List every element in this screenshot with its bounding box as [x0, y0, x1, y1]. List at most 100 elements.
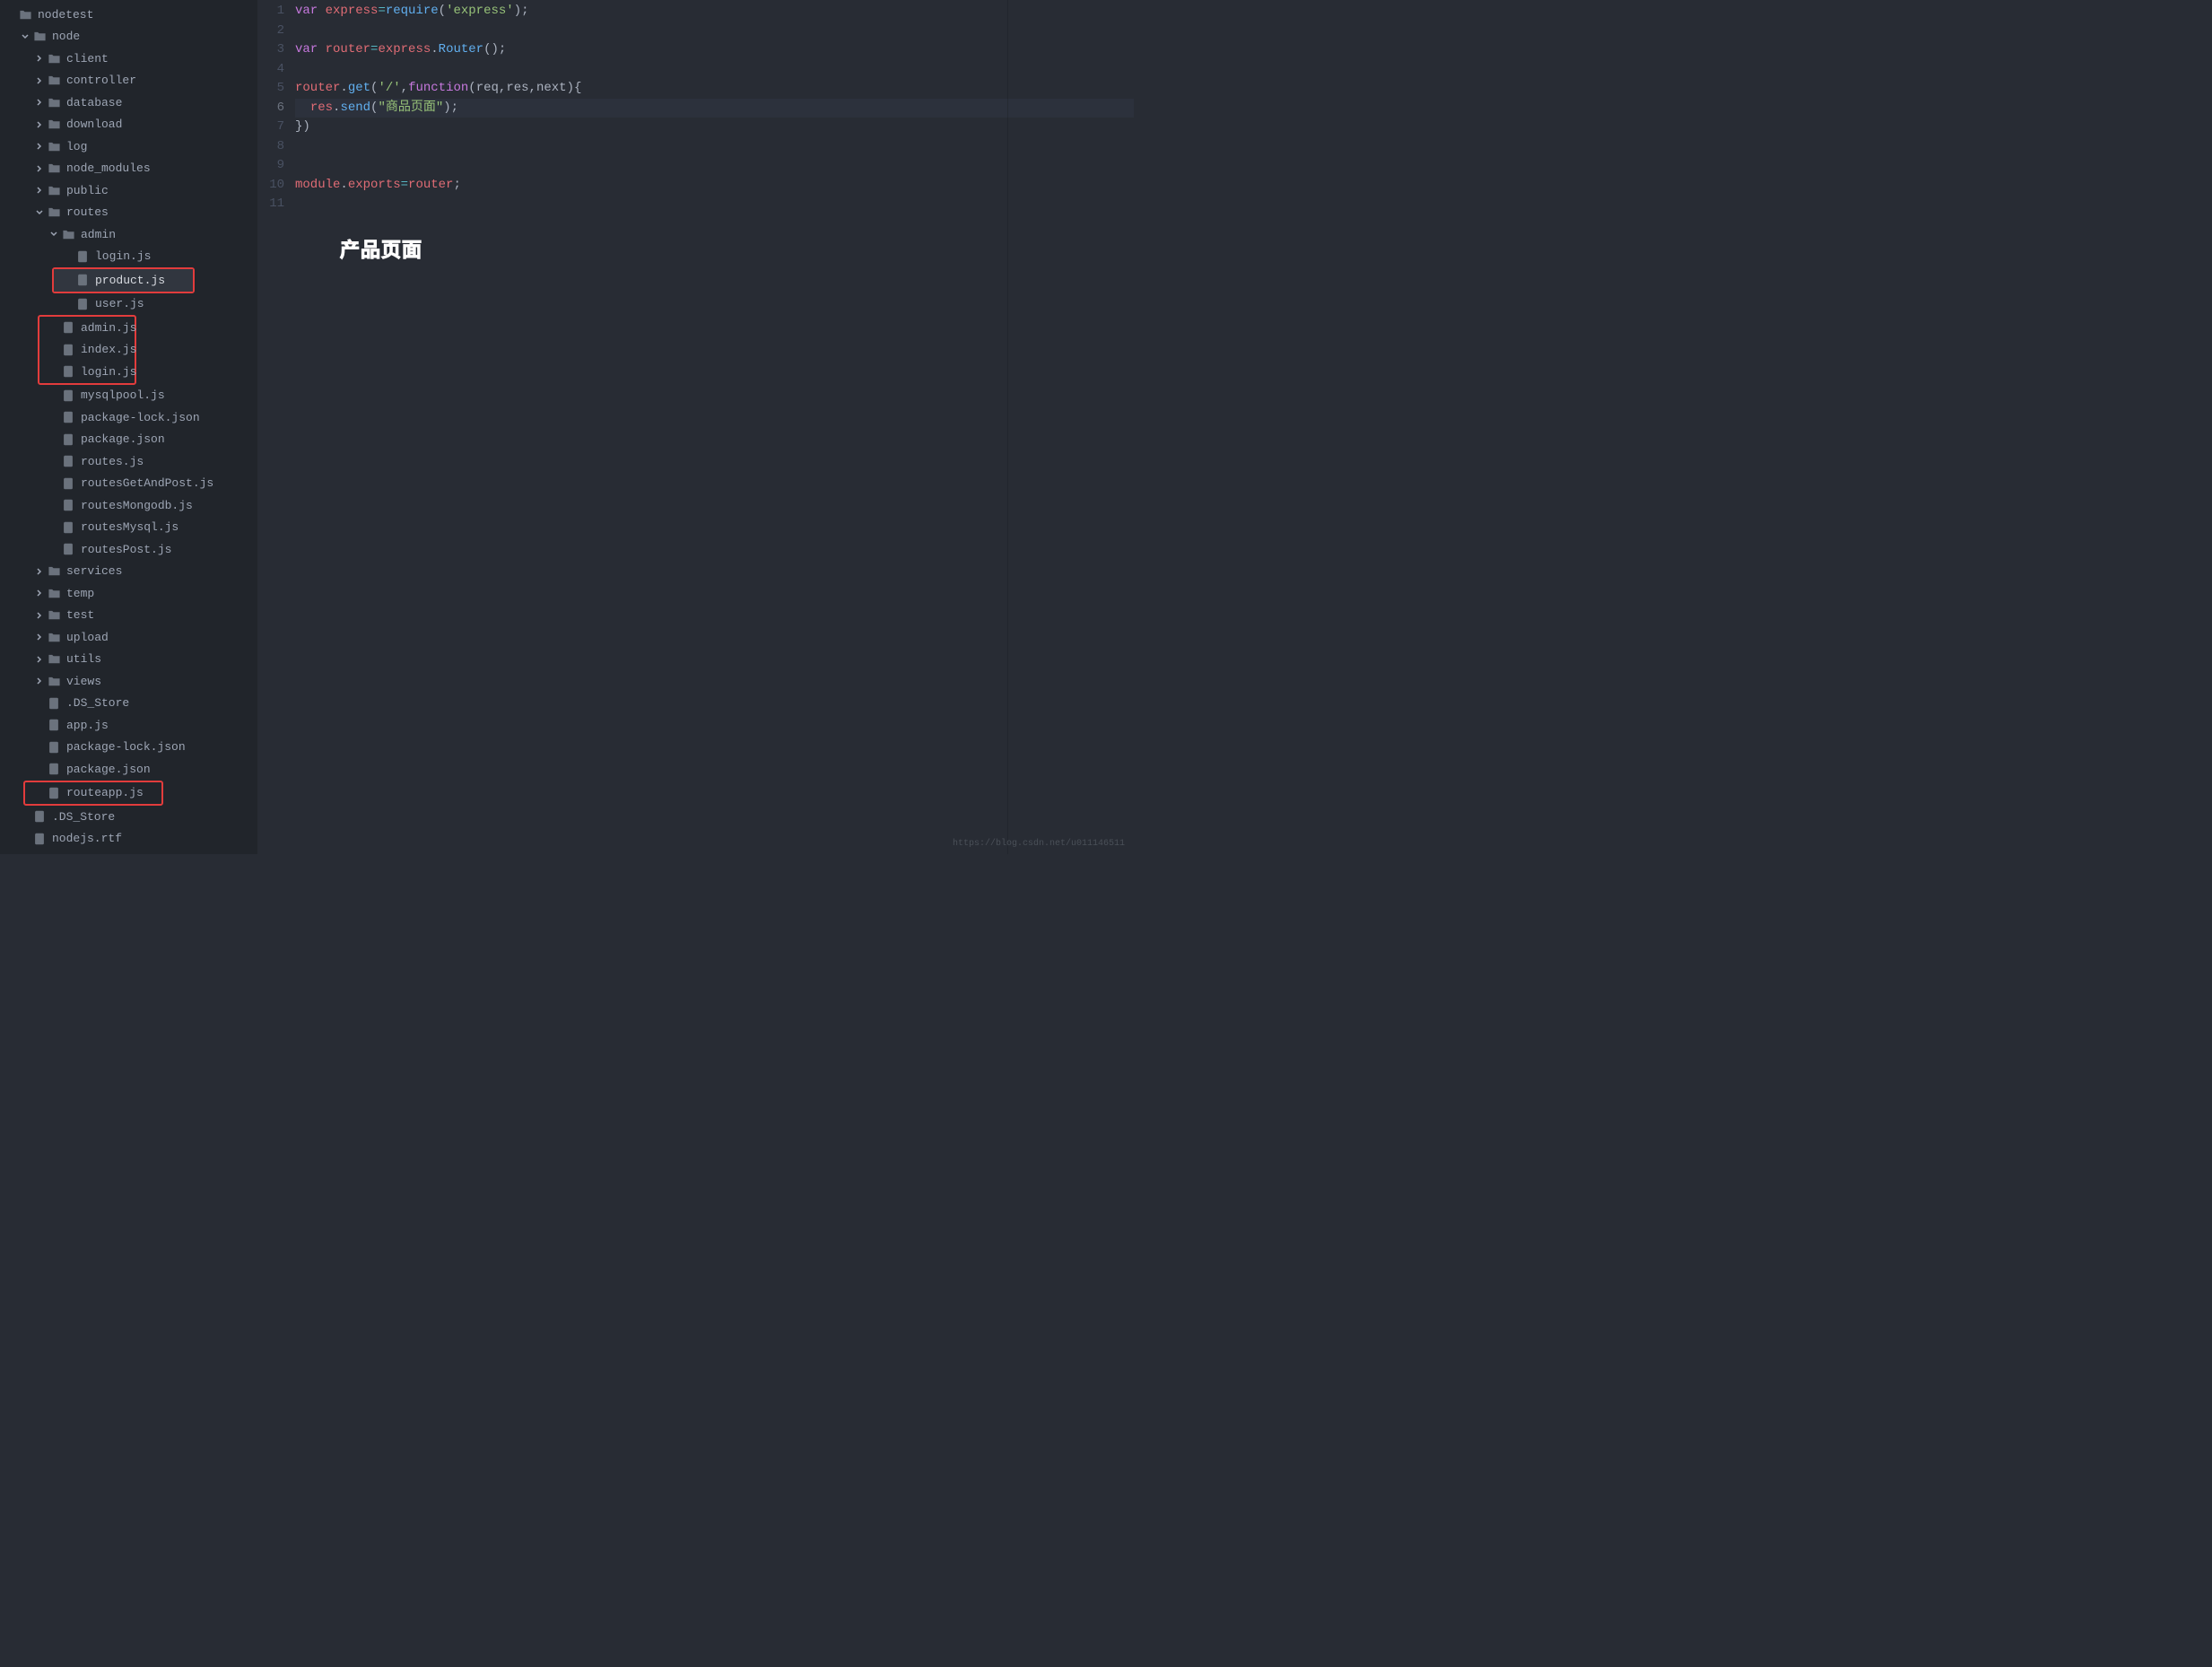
tree-folder[interactable]: node: [0, 26, 257, 48]
code-token: [318, 42, 325, 57]
tree-folder[interactable]: controller: [0, 70, 257, 92]
tree-file[interactable]: routesMongodb.js: [0, 494, 257, 517]
chevron-icon[interactable]: [34, 566, 45, 577]
chevron-icon[interactable]: [34, 53, 45, 64]
chevron-icon[interactable]: [48, 229, 59, 240]
chevron-icon[interactable]: [34, 588, 45, 598]
tree-file[interactable]: nodejs.rtf: [0, 828, 257, 851]
tree-file[interactable]: package-lock.json: [0, 406, 257, 429]
tree-item-label: upload: [66, 631, 109, 644]
line-number: 9: [257, 156, 284, 176]
chevron-icon[interactable]: [34, 698, 45, 709]
code-editor[interactable]: 1234567891011 var express=require('expre…: [257, 0, 1134, 854]
tree-folder[interactable]: temp: [0, 582, 257, 605]
chevron-icon[interactable]: [34, 742, 45, 753]
chevron-icon[interactable]: [63, 275, 74, 285]
folder-icon: [61, 227, 75, 241]
tree-folder[interactable]: routes: [0, 202, 257, 224]
chevron-icon[interactable]: [34, 185, 45, 196]
folder-icon: [47, 564, 61, 579]
tree-file[interactable]: .DS_Store: [0, 806, 257, 828]
chevron-icon[interactable]: [48, 434, 59, 445]
tree-file[interactable]: login.js: [39, 361, 135, 383]
file-icon: [61, 410, 75, 424]
chevron-icon[interactable]: [34, 163, 45, 174]
file-icon: [61, 388, 75, 403]
tree-file[interactable]: product.js: [54, 269, 193, 292]
line-number: 1: [257, 2, 284, 22]
tree-folder[interactable]: node_modules: [0, 158, 257, 180]
tree-file[interactable]: app.js: [0, 714, 257, 737]
code-token: module: [295, 178, 340, 192]
chevron-icon[interactable]: [48, 500, 59, 511]
tree-file[interactable]: routesGetAndPost.js: [0, 473, 257, 495]
chevron-icon[interactable]: [20, 834, 30, 844]
chevron-icon[interactable]: [48, 366, 59, 377]
code-token: express: [326, 4, 379, 18]
tree-item-label: routesGetAndPost.js: [81, 476, 213, 490]
tree-folder[interactable]: log: [0, 135, 257, 158]
chevron-icon[interactable]: [34, 632, 45, 642]
file-tree-sidebar[interactable]: nodetest nodeclientcontrollerdatabasedown…: [0, 0, 257, 854]
chevron-icon[interactable]: [48, 522, 59, 533]
tree-file[interactable]: routes.js: [0, 450, 257, 473]
tree-item-label: nodetest: [38, 8, 93, 22]
tree-file[interactable]: admin.js: [39, 317, 135, 339]
chevron-icon[interactable]: [48, 456, 59, 467]
tree-folder[interactable]: test: [0, 605, 257, 627]
tree-folder[interactable]: client: [0, 48, 257, 70]
chevron-icon[interactable]: [63, 299, 74, 310]
chevron-icon[interactable]: [20, 31, 30, 42]
chevron-icon[interactable]: [34, 141, 45, 152]
tree-file[interactable]: mysqlpool.js: [0, 385, 257, 407]
chevron-icon[interactable]: [48, 322, 59, 333]
chevron-icon[interactable]: [48, 478, 59, 489]
code-token: [295, 100, 310, 115]
tree-folder[interactable]: database: [0, 92, 257, 114]
tree-item-label: package-lock.json: [81, 411, 200, 424]
tree-file[interactable]: routesPost.js: [0, 538, 257, 561]
tree-file[interactable]: index.js: [39, 339, 135, 362]
tree-folder[interactable]: utils: [0, 649, 257, 671]
chevron-icon[interactable]: [34, 676, 45, 686]
tree-folder[interactable]: services: [0, 561, 257, 583]
tree-folder[interactable]: views: [0, 670, 257, 693]
line-number: 4: [257, 60, 284, 80]
chevron-icon[interactable]: [48, 390, 59, 401]
tree-folder[interactable]: download: [0, 114, 257, 136]
chevron-icon[interactable]: [34, 75, 45, 86]
chevron-icon[interactable]: [34, 720, 45, 730]
tree-file[interactable]: user.js: [0, 293, 257, 316]
tree-file[interactable]: routeapp.js: [25, 782, 161, 805]
tree-file[interactable]: package-lock.json: [0, 737, 257, 759]
chevron-icon[interactable]: [34, 207, 45, 218]
chevron-icon[interactable]: [5, 9, 16, 20]
file-icon: [75, 273, 90, 287]
tree-file[interactable]: login.js: [0, 246, 257, 268]
chevron-icon[interactable]: [34, 119, 45, 130]
tree-item-label: temp: [66, 587, 94, 600]
tree-file[interactable]: .DS_Store: [0, 693, 257, 715]
tree-folder[interactable]: upload: [0, 626, 257, 649]
chevron-icon[interactable]: [34, 764, 45, 774]
chevron-icon[interactable]: [48, 345, 59, 355]
tree-folder[interactable]: public: [0, 179, 257, 202]
file-icon: [75, 249, 90, 264]
tree-folder[interactable]: nodetest: [0, 4, 257, 26]
chevron-icon[interactable]: [34, 788, 45, 799]
tree-file[interactable]: routesMysql.js: [0, 517, 257, 539]
folder-icon: [47, 118, 61, 132]
code-token: (: [439, 4, 446, 18]
chevron-icon[interactable]: [48, 412, 59, 423]
chevron-icon[interactable]: [34, 97, 45, 108]
tree-folder[interactable]: admin: [0, 223, 257, 246]
tree-file[interactable]: package.json: [0, 758, 257, 781]
chevron-icon[interactable]: [34, 610, 45, 621]
chevron-icon[interactable]: [48, 544, 59, 554]
code-token: [318, 4, 325, 18]
tree-item-label: routes: [66, 205, 109, 219]
chevron-icon[interactable]: [63, 251, 74, 262]
chevron-icon[interactable]: [34, 654, 45, 665]
chevron-icon[interactable]: [20, 811, 30, 822]
tree-file[interactable]: package.json: [0, 429, 257, 451]
